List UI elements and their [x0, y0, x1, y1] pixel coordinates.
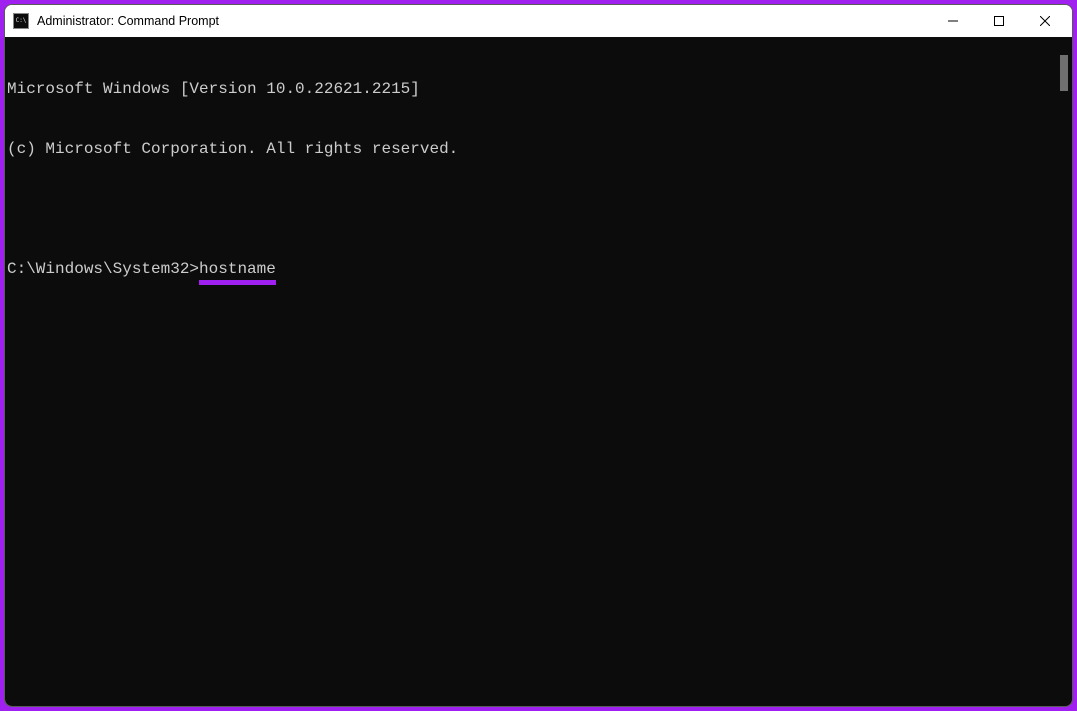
- maximize-button[interactable]: [976, 5, 1022, 37]
- close-button[interactable]: [1022, 5, 1068, 37]
- terminal-prompt-line: C:\Windows\System32>hostname: [7, 259, 1054, 279]
- terminal-line-version: Microsoft Windows [Version 10.0.22621.22…: [7, 79, 1054, 99]
- command-prompt-window: Administrator: Command Prompt Mi: [4, 4, 1073, 707]
- terminal-area[interactable]: Microsoft Windows [Version 10.0.22621.22…: [5, 37, 1072, 706]
- scrollbar-thumb[interactable]: [1060, 55, 1068, 91]
- terminal-prompt: C:\Windows\System32>: [7, 259, 199, 279]
- window-controls: [930, 5, 1068, 37]
- minimize-icon: [948, 16, 958, 26]
- terminal-blank-line: [7, 199, 1054, 219]
- terminal-line-copyright: (c) Microsoft Corporation. All rights re…: [7, 139, 1054, 159]
- maximize-icon: [994, 16, 1004, 26]
- terminal-content[interactable]: Microsoft Windows [Version 10.0.22621.22…: [5, 37, 1056, 706]
- titlebar[interactable]: Administrator: Command Prompt: [5, 5, 1072, 37]
- minimize-button[interactable]: [930, 5, 976, 37]
- window-title: Administrator: Command Prompt: [37, 14, 930, 28]
- command-highlight-underline: [199, 280, 276, 285]
- cmd-icon: [13, 13, 29, 29]
- terminal-scrollbar[interactable]: [1056, 37, 1072, 706]
- close-icon: [1040, 16, 1050, 26]
- terminal-command-wrap: hostname: [199, 259, 276, 279]
- terminal-command: hostname: [199, 260, 276, 278]
